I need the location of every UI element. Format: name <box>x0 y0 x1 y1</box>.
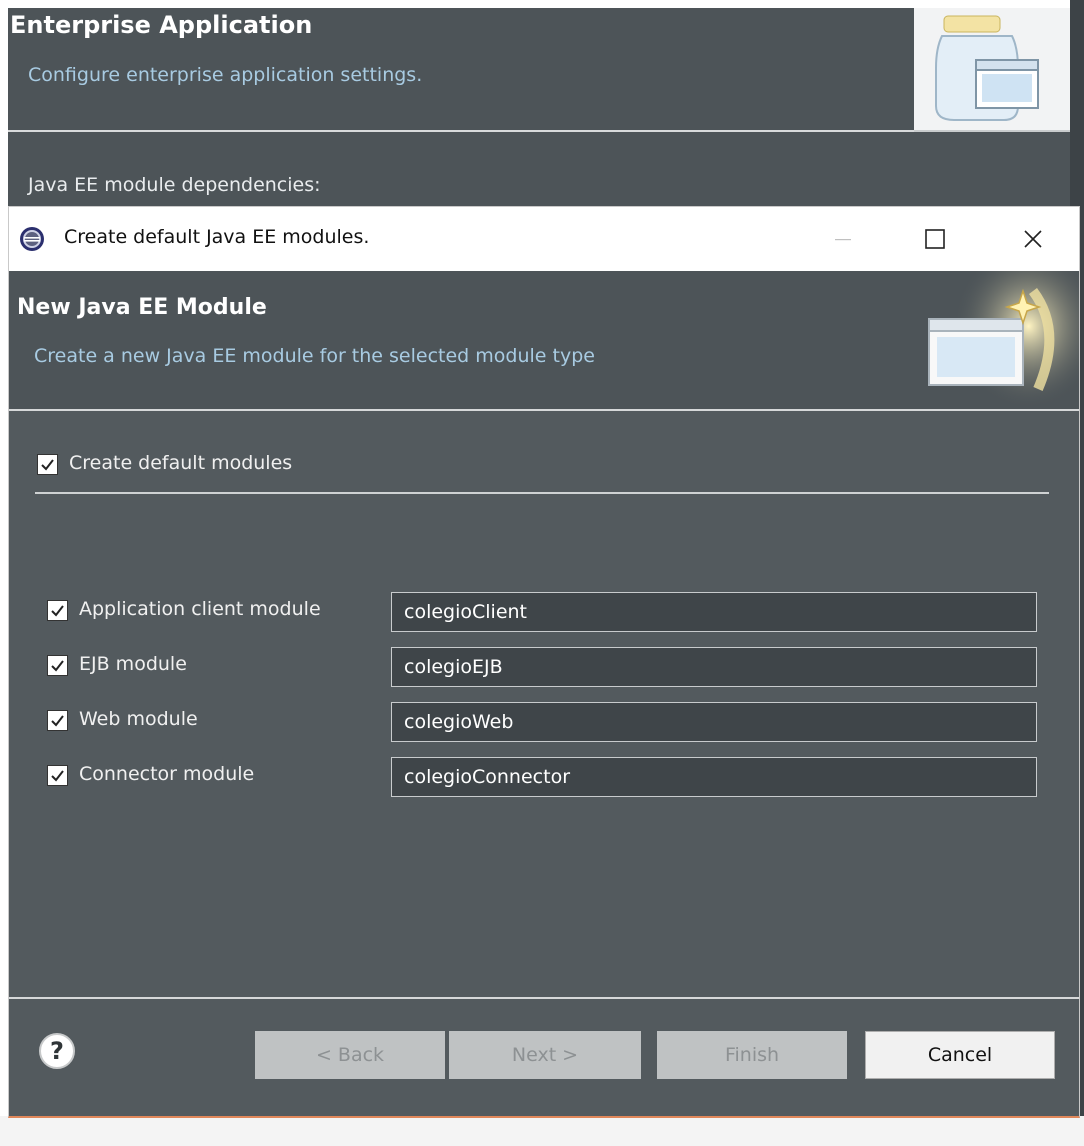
group-separator <box>35 492 1049 494</box>
back-button[interactable]: < Back <box>255 1031 445 1079</box>
close-button[interactable] <box>1009 215 1057 263</box>
maximize-button[interactable] <box>911 215 959 263</box>
ejb-module-label[interactable]: EJB module <box>79 653 187 675</box>
next-button[interactable]: Next > <box>449 1031 641 1079</box>
create-default-modules-label[interactable]: Create default modules <box>69 452 292 474</box>
checkmark-icon <box>51 605 64 617</box>
application-client-module-label[interactable]: Application client module <box>79 598 321 620</box>
checkmark-icon <box>51 660 64 672</box>
page-title: New Java EE Module <box>17 295 267 320</box>
ejb-module-checkbox[interactable] <box>47 655 68 676</box>
page-description: Create a new Java EE module for the sele… <box>34 345 595 367</box>
footer-separator <box>9 997 1079 999</box>
wizard-header: New Java EE Module Create a new Java EE … <box>9 271 1079 409</box>
checkmark-icon <box>41 459 54 471</box>
background-wizard-title: Enterprise Application <box>10 11 313 39</box>
dialog-window-title: Create default Java EE modules. <box>64 226 370 248</box>
minimize-button[interactable] <box>819 215 867 263</box>
maximize-icon <box>925 229 945 249</box>
minimize-icon <box>835 239 851 241</box>
connector-module-checkbox[interactable] <box>47 765 68 786</box>
eclipse-app-icon <box>18 225 46 253</box>
background-window-bottom <box>0 1116 1084 1146</box>
connector-module-name-input[interactable] <box>391 757 1037 797</box>
close-icon <box>1024 230 1042 248</box>
checkmark-icon <box>51 770 64 782</box>
web-module-checkbox[interactable] <box>47 710 68 731</box>
new-java-ee-module-dialog: Create default Java EE modules. New Java… <box>8 206 1080 1118</box>
create-default-modules-checkbox[interactable] <box>37 454 58 475</box>
dialog-titlebar[interactable]: Create default Java EE modules. <box>9 207 1079 271</box>
help-icon[interactable]: ? <box>39 1033 75 1069</box>
cancel-button[interactable]: Cancel <box>865 1031 1055 1079</box>
background-wizard-description: Configure enterprise application setting… <box>28 64 423 86</box>
header-separator <box>9 409 1079 411</box>
new-module-wizard-icon <box>913 271 1079 409</box>
module-dependencies-label: Java EE module dependencies: <box>28 174 321 196</box>
finish-button[interactable]: Finish <box>657 1031 847 1079</box>
web-module-label[interactable]: Web module <box>79 708 198 730</box>
web-module-name-input[interactable] <box>391 702 1037 742</box>
application-client-module-checkbox[interactable] <box>47 600 68 621</box>
background-header-separator <box>8 130 914 132</box>
ejb-module-name-input[interactable] <box>391 647 1037 687</box>
background-header-separator-right <box>914 130 1076 132</box>
connector-module-label[interactable]: Connector module <box>79 763 254 785</box>
application-client-module-name-input[interactable] <box>391 592 1037 632</box>
background-wizard: Enterprise Application Configure enterpr… <box>8 8 1076 208</box>
checkmark-icon <box>51 715 64 727</box>
jar-banner-icon <box>914 8 1076 130</box>
